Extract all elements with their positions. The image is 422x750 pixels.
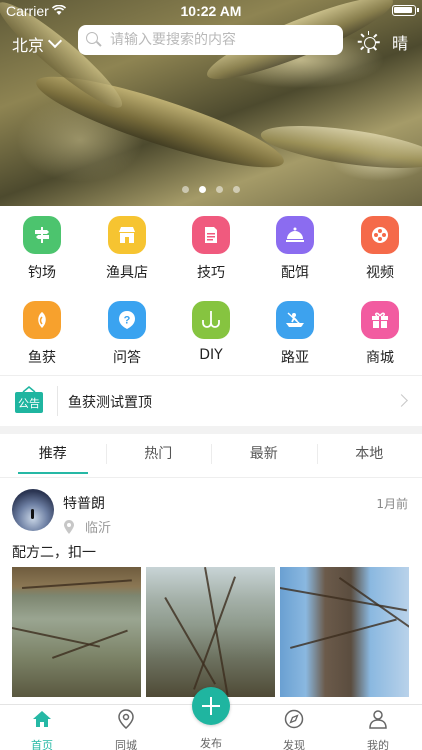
chevron-right-icon	[395, 394, 408, 407]
chevron-down-icon	[47, 33, 63, 49]
location-pin-icon	[64, 519, 74, 534]
category-video[interactable]: 视频	[345, 216, 415, 282]
category-tips[interactable]: 技巧	[176, 216, 246, 282]
compass-icon	[284, 709, 304, 729]
app-screen: Carrier 10:22 AM 北京 请输入要搜索的内容 晴 钓场 渔具店 技…	[0, 0, 422, 750]
tabbar-label: 我的	[367, 739, 389, 750]
category-mall[interactable]: 商城	[345, 301, 415, 367]
announcement-badge-label: 公告	[18, 397, 40, 410]
category-label: 视频	[366, 265, 394, 281]
tab-recommended[interactable]: 推荐	[0, 434, 106, 477]
divider	[57, 386, 58, 416]
category-label: 钓场	[28, 265, 56, 281]
dish-icon	[276, 216, 314, 254]
city-selector[interactable]: 北京	[12, 32, 63, 56]
search-input[interactable]	[110, 32, 330, 48]
feed-post[interactable]: 特普朗 1月前 临沂 配方二，扣一	[0, 479, 422, 704]
category-catch[interactable]: 鱼获	[7, 301, 77, 367]
post-location: 临沂	[63, 517, 111, 536]
post-username[interactable]: 特普朗	[63, 493, 105, 513]
publish-label: 发布	[200, 737, 222, 750]
category-label: DIY	[199, 347, 223, 363]
tabbar-label: 首页	[31, 739, 53, 750]
boat-icon	[276, 301, 314, 339]
hook-icon	[192, 301, 230, 339]
shop-icon	[108, 216, 146, 254]
post-photo[interactable]	[146, 567, 275, 697]
tab-latest[interactable]: 最新	[211, 434, 317, 477]
weather-widget[interactable]: 晴	[357, 30, 408, 54]
category-qa[interactable]: ? 问答	[92, 301, 162, 367]
announcement-badge-icon: 公告	[15, 386, 43, 413]
tabbar-discover[interactable]: 发现	[252, 708, 336, 750]
clock: 10:22 AM	[180, 3, 242, 19]
location-icon	[118, 709, 134, 729]
banner-fish	[258, 117, 422, 177]
person-icon	[369, 710, 387, 729]
gift-icon	[361, 301, 399, 339]
section-gap	[0, 426, 422, 434]
category-label: 路亚	[281, 350, 309, 366]
post-time: 1月前	[376, 497, 408, 511]
document-icon	[192, 216, 230, 254]
feed-tabs: 推荐 热门 最新 本地	[0, 434, 422, 478]
tabbar-profile[interactable]: 我的	[336, 708, 420, 750]
signpost-icon	[23, 216, 61, 254]
tab-local[interactable]: 本地	[316, 434, 422, 477]
question-icon: ?	[108, 301, 146, 339]
category-diy[interactable]: DIY	[176, 301, 246, 363]
status-bar: Carrier 10:22 AM	[0, 0, 422, 22]
search-bar[interactable]	[78, 25, 343, 55]
announcement-text: 鱼获测试置顶	[68, 395, 152, 411]
category-tackle-shop[interactable]: 渔具店	[92, 216, 162, 282]
home-icon	[33, 711, 51, 727]
city-label: 北京	[12, 36, 45, 55]
header-bar: 北京 晴	[0, 24, 422, 58]
carousel-dot[interactable]	[233, 186, 240, 193]
tabbar-label: 同城	[115, 739, 137, 750]
category-label: 技巧	[197, 265, 225, 281]
tabbar-label: 发现	[283, 739, 305, 750]
category-label: 配饵	[281, 265, 309, 281]
category-label: 商城	[366, 350, 394, 366]
search-icon	[86, 32, 102, 48]
category-label: 鱼获	[28, 350, 56, 366]
weather-label: 晴	[391, 34, 408, 53]
tabbar-nearby[interactable]: 同城	[84, 708, 168, 750]
post-text: 配方二，扣一	[12, 545, 96, 561]
carousel-indicator	[0, 186, 422, 193]
post-location-label: 临沂	[85, 521, 112, 536]
carousel-dot-active[interactable]	[199, 186, 206, 193]
carousel-dot[interactable]	[216, 186, 223, 193]
tab-popular[interactable]: 热门	[105, 434, 212, 477]
category-grid: 钓场 渔具店 技巧 配饵 视频 鱼获 ? 问答 DIY 路亚 商城	[0, 206, 422, 374]
category-bait[interactable]: 配饵	[260, 216, 330, 282]
publish-button[interactable]	[192, 687, 230, 725]
category-label: 问答	[113, 350, 141, 366]
carousel-dot[interactable]	[182, 186, 189, 193]
sun-icon	[357, 31, 380, 53]
tabbar-home[interactable]: 首页	[0, 708, 84, 750]
announcement-bar[interactable]: 公告 鱼获测试置顶	[0, 375, 422, 426]
avatar[interactable]	[12, 489, 54, 531]
post-photo[interactable]	[12, 567, 141, 697]
film-reel-icon	[361, 216, 399, 254]
battery-icon	[392, 5, 419, 16]
category-lure[interactable]: 路亚	[260, 301, 330, 367]
svg-text:?: ?	[124, 315, 131, 327]
post-photo[interactable]	[280, 567, 409, 697]
category-label: 渔具店	[106, 265, 148, 281]
category-fishing-spot[interactable]: 钓场	[7, 216, 77, 282]
fish-icon	[23, 301, 61, 339]
